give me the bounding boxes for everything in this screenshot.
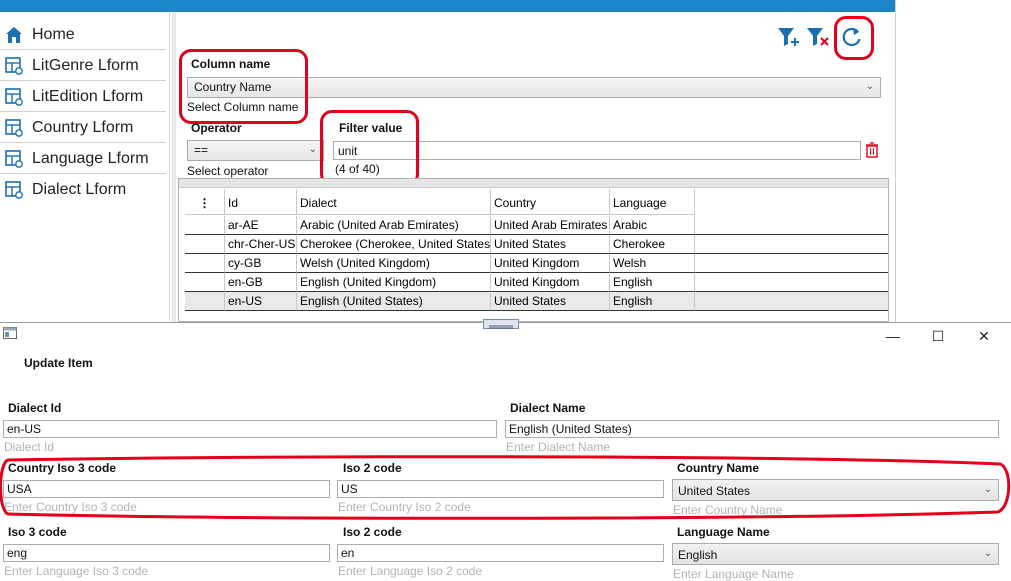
minimize-button[interactable]: — bbox=[870, 325, 916, 347]
window-icon bbox=[3, 327, 17, 339]
sidebar-item-label: LitGenre Lform bbox=[32, 56, 139, 74]
maximize-button[interactable]: ☐ bbox=[915, 325, 961, 347]
operator-hint: Select operator bbox=[187, 164, 269, 178]
chevron-down-icon: ⌄ bbox=[865, 81, 874, 92]
table-cell-filler bbox=[695, 273, 888, 292]
lang-iso3-field[interactable]: eng bbox=[3, 544, 330, 562]
dialect-id-label: Dialect Id bbox=[8, 401, 62, 415]
sidebar-item-litgenre[interactable]: LitGenre Lform bbox=[0, 51, 166, 81]
table-cell[interactable]: United Kingdom bbox=[491, 254, 610, 273]
table-cell-filler bbox=[695, 216, 888, 235]
table-cell[interactable]: Welsh bbox=[610, 254, 695, 273]
refresh-highlight bbox=[834, 16, 874, 60]
home-icon bbox=[4, 25, 24, 45]
table-cell[interactable]: Cherokee (Cherokee, United States) bbox=[297, 235, 491, 254]
language-name-hint: Enter Language Name bbox=[673, 567, 794, 581]
table-cell[interactable]: United Arab Emirates bbox=[491, 216, 610, 235]
row-selector[interactable] bbox=[185, 273, 225, 292]
country-row-highlight bbox=[0, 454, 1011, 522]
sidebar-item-country[interactable]: Country Lform bbox=[0, 113, 166, 143]
row-selector[interactable] bbox=[185, 292, 225, 311]
form-icon bbox=[4, 87, 24, 107]
table-cell[interactable]: Welsh (United Kingdom) bbox=[297, 254, 491, 273]
form-icon bbox=[4, 180, 24, 200]
filter-add-icon[interactable] bbox=[777, 26, 801, 48]
sidebar-item-label: Language Lform bbox=[32, 149, 149, 167]
row-selector[interactable] bbox=[185, 254, 225, 273]
table-cell[interactable]: cy-GB bbox=[225, 254, 297, 273]
sidebar-item-litedition[interactable]: LitEdition Lform bbox=[0, 82, 166, 112]
table-cell[interactable]: chr-Cher-US bbox=[225, 235, 297, 254]
column-header-dialect[interactable]: Dialect bbox=[297, 189, 491, 215]
table-cell[interactable]: ar-AE bbox=[225, 216, 297, 235]
main-window: Home LitGenre Lform LitEdition Lform Cou… bbox=[0, 0, 896, 322]
table-cell[interactable]: United States bbox=[491, 235, 610, 254]
grid-toolbar-strip bbox=[179, 179, 888, 188]
operator-value: == bbox=[194, 143, 209, 157]
table-cell[interactable]: English (United States) bbox=[297, 292, 491, 311]
operator-label: Operator bbox=[191, 121, 242, 135]
sidebar-item-label: Country Lform bbox=[32, 118, 134, 136]
table-cell-filler bbox=[695, 235, 888, 254]
table-cell[interactable]: Cherokee bbox=[610, 235, 695, 254]
operator-select[interactable]: == ⌄ bbox=[187, 140, 324, 161]
table-cell[interactable]: United States bbox=[491, 292, 610, 311]
lang-iso3-hint: Enter Language Iso 3 code bbox=[4, 564, 149, 578]
sidebar-item-label: Home bbox=[32, 25, 75, 43]
filter-clear-icon[interactable] bbox=[806, 26, 830, 48]
table-cell[interactable]: en-US bbox=[225, 292, 297, 311]
sidebar-item-dialect[interactable]: Dialect Lform bbox=[0, 175, 166, 205]
dialect-name-field[interactable]: English (United States) bbox=[505, 420, 999, 438]
trash-icon[interactable] bbox=[865, 142, 879, 158]
table-cell[interactable]: English bbox=[610, 292, 695, 311]
lang-iso2-hint: Enter Language Iso 2 code bbox=[338, 564, 483, 578]
table-cell[interactable]: English (United Kingdom) bbox=[297, 273, 491, 292]
dialog-title: Update Item bbox=[24, 356, 93, 370]
lang-iso3-label: Iso 3 code bbox=[8, 525, 67, 539]
language-name-value: English bbox=[678, 548, 718, 562]
grid-menu-icon[interactable]: ⋮ bbox=[185, 189, 225, 215]
chevron-down-icon: ⌄ bbox=[308, 144, 317, 155]
row-selector[interactable] bbox=[185, 216, 225, 235]
dialect-name-label: Dialect Name bbox=[510, 401, 586, 415]
column-header-id[interactable]: Id bbox=[225, 189, 297, 215]
lang-iso2-label: Iso 2 code bbox=[343, 525, 402, 539]
data-grid[interactable]: ⋮ Id Dialect Country Language ar-AE Arab… bbox=[178, 178, 889, 322]
sidebar-item-label: LitEdition Lform bbox=[32, 87, 144, 105]
dialect-id-field[interactable]: en-US bbox=[3, 420, 497, 438]
language-name-select[interactable]: English ⌄ bbox=[672, 543, 999, 565]
resize-grip[interactable] bbox=[483, 319, 519, 329]
column-name-highlight bbox=[179, 49, 308, 124]
lang-iso2-field[interactable]: en bbox=[337, 544, 664, 562]
form-icon bbox=[4, 118, 24, 138]
sidebar-splitter[interactable] bbox=[172, 12, 176, 322]
table-cell[interactable]: English bbox=[610, 273, 695, 292]
sidebar-item-label: Dialect Lform bbox=[32, 181, 127, 198]
table-cell[interactable]: en-GB bbox=[225, 273, 297, 292]
title-bar bbox=[0, 0, 895, 12]
table-cell[interactable]: Arabic bbox=[610, 216, 695, 235]
sidebar: Home LitGenre Lform LitEdition Lform Cou… bbox=[0, 12, 170, 322]
close-button[interactable]: ✕ bbox=[961, 325, 1007, 347]
column-header-language[interactable]: Language bbox=[610, 189, 695, 215]
sidebar-item-language[interactable]: Language Lform bbox=[0, 144, 166, 174]
language-name-label: Language Name bbox=[677, 525, 770, 539]
form-icon bbox=[4, 149, 24, 169]
dialect-name-hint: Enter Dialect Name bbox=[506, 440, 611, 454]
filter-value-highlight bbox=[320, 110, 419, 186]
dialect-id-hint: Dialect Id bbox=[4, 440, 55, 454]
chevron-down-icon: ⌄ bbox=[983, 548, 992, 559]
table-cell[interactable]: United Kingdom bbox=[491, 273, 610, 292]
update-dialog: — ☐ ✕ Update Item Dialect Id en-US Diale… bbox=[0, 319, 1011, 581]
column-header-country[interactable]: Country bbox=[491, 189, 610, 215]
sidebar-item-home[interactable]: Home bbox=[0, 20, 166, 50]
row-selector[interactable] bbox=[185, 235, 225, 254]
table-cell[interactable]: Arabic (United Arab Emirates) bbox=[297, 216, 491, 235]
table-cell-filler bbox=[695, 254, 888, 273]
table-cell-filler bbox=[695, 292, 888, 311]
form-icon bbox=[4, 56, 24, 76]
